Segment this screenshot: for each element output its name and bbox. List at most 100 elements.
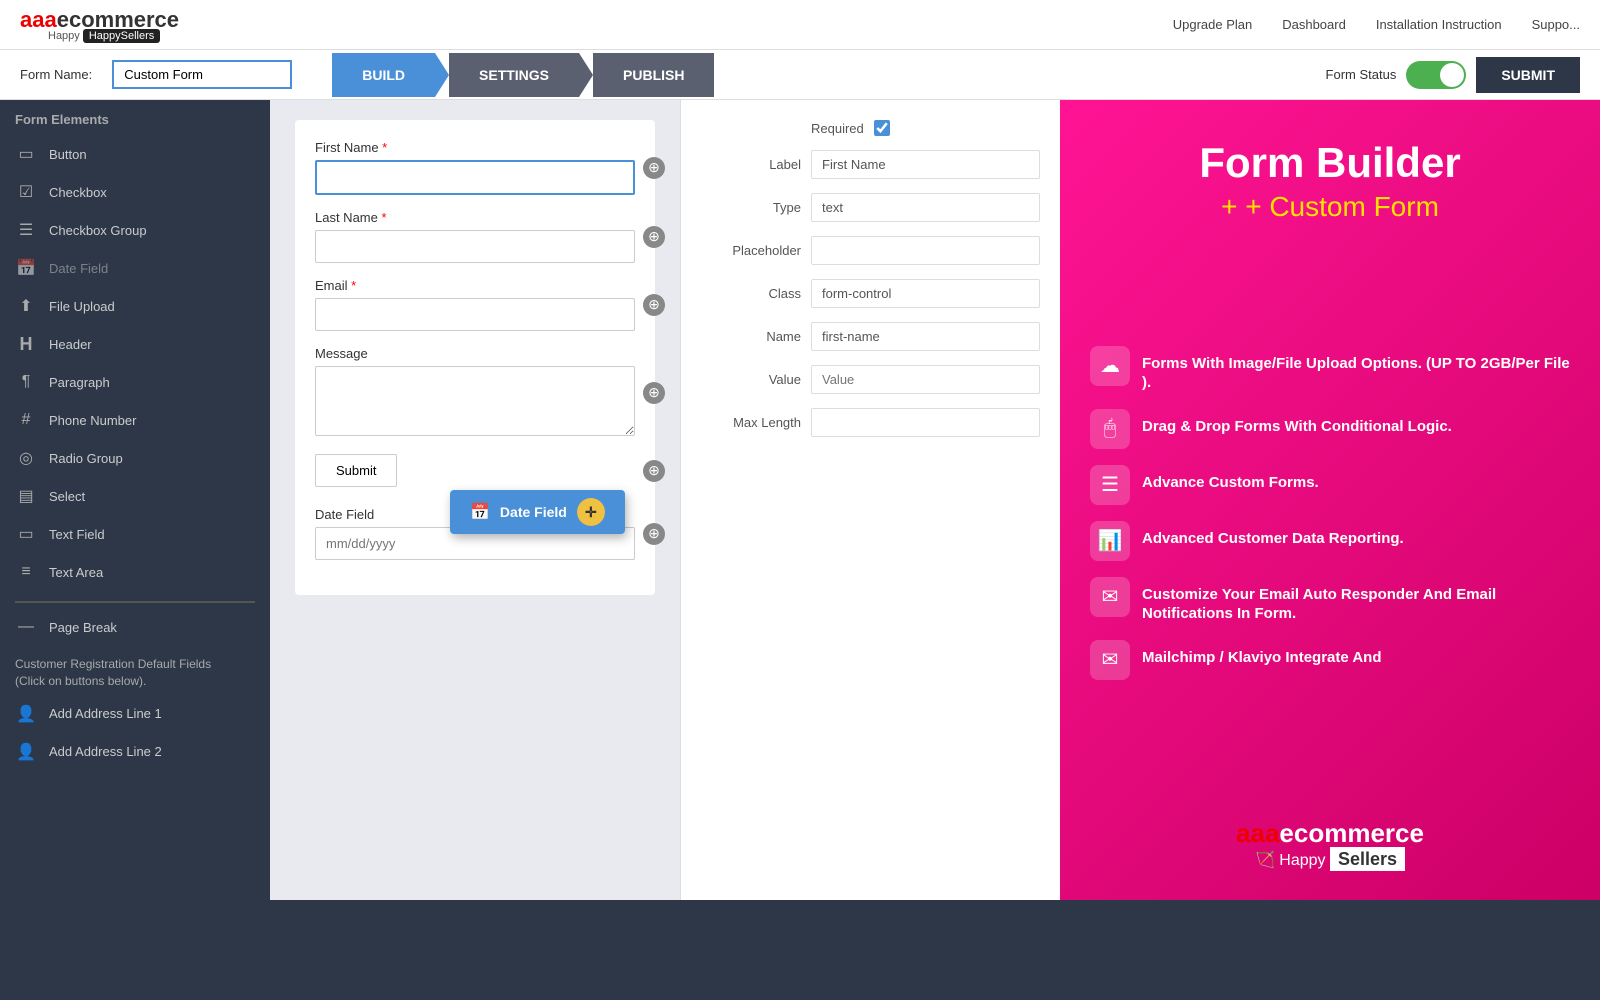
select-icon: ▤ [15, 485, 37, 507]
page-break-icon: — [15, 616, 37, 638]
promo-feature-1-text: Forms With Image/File Upload Options. (U… [1142, 346, 1570, 393]
sidebar-section-title: Form Elements [0, 100, 270, 135]
support-link[interactable]: Suppo... [1532, 17, 1580, 32]
placeholder-input[interactable] [811, 236, 1040, 265]
placeholder-field-label: Placeholder [701, 243, 801, 258]
form-name-label: Form Name: [20, 67, 92, 82]
email-add[interactable]: ⊕ [643, 294, 665, 316]
first-name-label: First Name * [315, 140, 635, 155]
promo-logo: aaaecommerce [1236, 818, 1424, 849]
message-add[interactable]: ⊕ [643, 382, 665, 404]
max-length-input[interactable] [811, 408, 1040, 437]
logo-sub: HappySellers [83, 29, 160, 43]
field-message: Message ⊕ [315, 346, 635, 439]
form-status-area: Form Status SUBMIT [1326, 57, 1580, 93]
label-field-label: Label [701, 157, 801, 172]
phone-icon: # [15, 409, 37, 431]
promo-feature-6: ✉ Mailchimp / Klaviyo Integrate And [1090, 640, 1570, 680]
sidebar-item-select[interactable]: ▤ Select [0, 477, 270, 515]
dashboard-link[interactable]: Dashboard [1282, 17, 1346, 32]
promo-logo-sub: 🏹 Happy Sellers [1236, 849, 1424, 870]
toggle-thumb [1440, 63, 1464, 87]
customer-section-title: Customer Registration Default Fields [15, 657, 211, 671]
sidebar-item-button[interactable]: ▭ Button [0, 135, 270, 173]
sidebar-item-file-upload[interactable]: ⬆ File Upload [0, 287, 270, 325]
last-name-input[interactable] [315, 230, 635, 263]
promo-features: ☁ Forms With Image/File Upload Options. … [1090, 346, 1570, 696]
label-input[interactable] [811, 150, 1040, 179]
button-label: Button [49, 147, 87, 162]
field-last-name: Last Name * ⊕ [315, 210, 635, 263]
form-status-toggle[interactable] [1406, 61, 1466, 89]
upgrade-plan-link[interactable]: Upgrade Plan [1173, 17, 1253, 32]
radio-group-label: Radio Group [49, 451, 123, 466]
value-input[interactable] [811, 365, 1040, 394]
message-label: Message [315, 346, 635, 361]
submit-add[interactable]: ⊕ [643, 460, 665, 482]
sidebar-item-text-area[interactable]: ≡ Text Area [0, 553, 270, 591]
checkbox-icon: ☑ [15, 181, 37, 203]
paragraph-label: Paragraph [49, 375, 110, 390]
promo-feature-2-text: Drag & Drop Forms With Conditional Logic… [1142, 409, 1452, 437]
type-input[interactable] [811, 193, 1040, 222]
promo-feature-2: 🖱 Drag & Drop Forms With Conditional Log… [1090, 409, 1570, 449]
address2-icon: 👤 [15, 741, 37, 763]
class-input[interactable] [811, 279, 1040, 308]
checkbox-group-icon: ☰ [15, 219, 37, 241]
form-submit-button[interactable]: Submit [315, 454, 397, 487]
page-break-label: Page Break [49, 620, 117, 635]
promo-feature-1: ☁ Forms With Image/File Upload Options. … [1090, 346, 1570, 393]
promo-feature-4: 📊 Advanced Customer Data Reporting. [1090, 521, 1570, 561]
promo-feature-3: ☰ Advance Custom Forms. [1090, 465, 1570, 505]
form-name-input[interactable] [112, 60, 292, 89]
sidebar-item-address-line1[interactable]: 👤 Add Address Line 1 [0, 695, 270, 733]
promo-header: Form Builder + + Custom Form [1199, 140, 1460, 223]
sidebar-item-phone-number[interactable]: # Phone Number [0, 401, 270, 439]
sidebar-item-paragraph[interactable]: ¶ Paragraph [0, 363, 270, 401]
panel-row-placeholder: Placeholder [701, 236, 1040, 265]
first-name-input[interactable] [315, 160, 635, 195]
text-field-icon: ▭ [15, 523, 37, 545]
sidebar-item-date-field[interactable]: 📅 Date Field [0, 249, 270, 287]
promo-feature-5: ✉ Customize Your Email Auto Responder An… [1090, 577, 1570, 624]
promo-panel: Form Builder + + Custom Form ☁ Forms Wit… [1060, 100, 1600, 900]
date-add[interactable]: ⊕ [643, 523, 665, 545]
tab-publish[interactable]: PUBLISH [593, 53, 714, 97]
submit-button[interactable]: SUBMIT [1476, 57, 1580, 93]
last-name-add[interactable]: ⊕ [643, 226, 665, 248]
data-promo-icon: 📊 [1090, 521, 1130, 561]
phone-label: Phone Number [49, 413, 136, 428]
top-nav-links: Upgrade Plan Dashboard Installation Inst… [1173, 17, 1580, 32]
sidebar-item-text-field[interactable]: ▭ Text Field [0, 515, 270, 553]
required-panel-label: Required [811, 121, 864, 136]
sidebar-item-page-break[interactable]: — Page Break [0, 608, 270, 646]
sidebar-item-checkbox[interactable]: ☑ Checkbox [0, 173, 270, 211]
name-field-label: Name [701, 329, 801, 344]
sidebar-item-header[interactable]: H Header [0, 325, 270, 363]
text-field-label: Text Field [49, 527, 105, 542]
date-input[interactable] [315, 527, 635, 560]
tab-settings[interactable]: SETTINGS [449, 53, 579, 97]
sidebar-item-checkbox-group[interactable]: ☰ Checkbox Group [0, 211, 270, 249]
address1-icon: 👤 [15, 703, 37, 725]
message-textarea[interactable] [315, 366, 635, 436]
first-name-add[interactable]: ⊕ [643, 157, 665, 179]
promo-title: Form Builder [1199, 140, 1460, 186]
file-upload-label: File Upload [49, 299, 115, 314]
last-name-label: Last Name * [315, 210, 635, 225]
installation-link[interactable]: Installation Instruction [1376, 17, 1502, 32]
sidebar-item-address-line2[interactable]: 👤 Add Address Line 2 [0, 733, 270, 771]
email-input[interactable] [315, 298, 635, 331]
top-nav: aaaecommerce Happy HappySellers Upgrade … [0, 0, 1600, 50]
panel-row-class: Class [701, 279, 1040, 308]
email-label: Email * [315, 278, 635, 293]
tab-build[interactable]: BUILD [332, 53, 435, 97]
last-name-required: * [381, 210, 386, 225]
required-checkbox[interactable] [874, 120, 890, 136]
required-row: Required [701, 120, 1040, 136]
sidebar-item-radio-group[interactable]: ◎ Radio Group [0, 439, 270, 477]
promo-feature-4-text: Advanced Customer Data Reporting. [1142, 521, 1404, 549]
max-length-field-label: Max Length [701, 415, 801, 430]
customer-section: Customer Registration Default Fields (Cl… [0, 646, 270, 695]
name-input[interactable] [811, 322, 1040, 351]
